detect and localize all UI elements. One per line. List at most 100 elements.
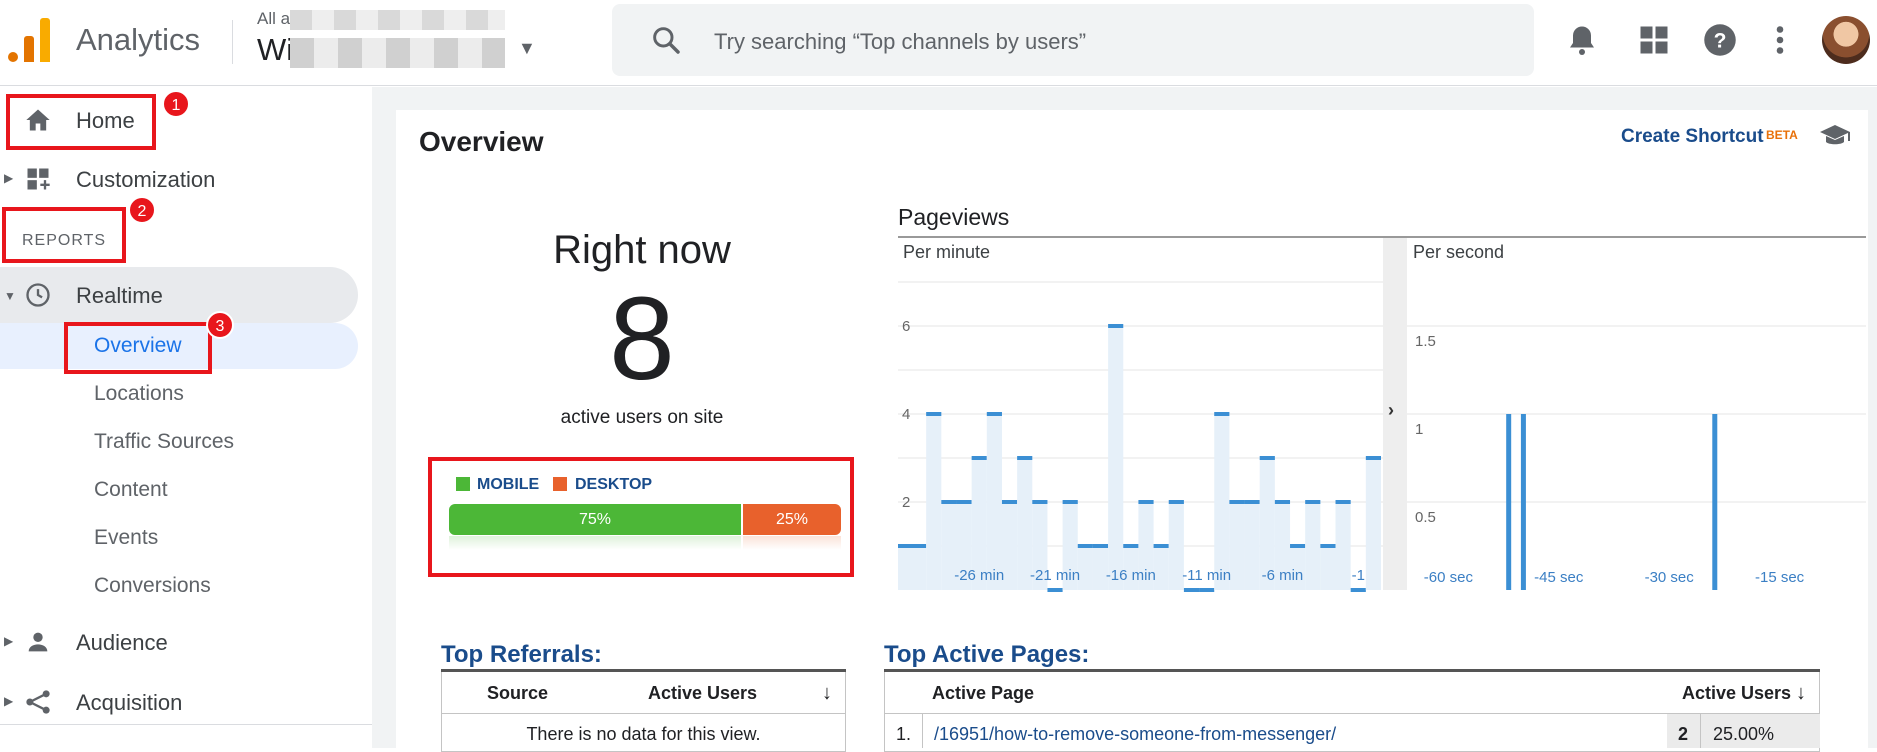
x-tick-label: -45 sec bbox=[1534, 569, 1584, 586]
active-users-label: active users on site bbox=[560, 407, 724, 428]
header-divider bbox=[232, 20, 233, 64]
row-index: 1. bbox=[896, 724, 912, 744]
cell-divider bbox=[922, 714, 923, 748]
beta-badge: BETA bbox=[1766, 128, 1798, 142]
chart-bar bbox=[1320, 546, 1336, 590]
chart-area-fill bbox=[898, 546, 911, 590]
column-header-source[interactable]: Source bbox=[487, 683, 548, 704]
clock-icon bbox=[26, 283, 50, 307]
y-tick-label: 2 bbox=[902, 494, 910, 511]
column-header-active-users[interactable]: Active Users bbox=[648, 683, 757, 704]
x-tick-label: -30 sec bbox=[1645, 569, 1695, 586]
annotation-badge: 1 bbox=[162, 90, 190, 118]
acquisition-icon bbox=[26, 690, 50, 714]
sidebar-item-label: Events bbox=[94, 526, 159, 549]
search-input[interactable]: Try searching “Top channels by users” bbox=[714, 29, 1086, 55]
column-header-active-page[interactable]: Active Page bbox=[932, 683, 1034, 704]
per-minute-chart[interactable]: 2 4 6 -26 min -21 min -16 min -11 min -6 min -1 bbox=[898, 238, 1383, 593]
sidebar-item-traffic-sources[interactable]: Traffic Sources bbox=[0, 419, 358, 465]
sidebar-item-content[interactable]: Content bbox=[0, 467, 358, 513]
dashboard-add-icon bbox=[27, 168, 50, 190]
sidebar-item-realtime[interactable]: ▼ Realtime bbox=[0, 267, 358, 323]
y-tick-label: 1 bbox=[1415, 421, 1423, 438]
annotation-badge: 3 bbox=[206, 311, 234, 339]
x-tick-label: -1 bbox=[1352, 567, 1365, 584]
per-second-chart[interactable]: 0.5 1 1.5 -60 sec -45 sec -30 sec -15 sec bbox=[1407, 238, 1866, 593]
chart-spike bbox=[1506, 414, 1512, 590]
y-tick-label: 1.5 bbox=[1415, 333, 1436, 350]
avatar[interactable] bbox=[1822, 16, 1870, 64]
y-tick-label: 6 bbox=[902, 318, 910, 335]
sidebar-item-label: Acquisition bbox=[76, 690, 183, 715]
x-tick-label: -26 min bbox=[954, 567, 1004, 584]
sidebar-divider bbox=[0, 724, 372, 725]
search-icon[interactable] bbox=[650, 24, 682, 56]
redacted-property-text bbox=[290, 38, 505, 68]
x-tick-label: -11 min bbox=[1182, 567, 1231, 584]
collapse-arrow-icon[interactable]: ▼ bbox=[4, 289, 16, 303]
sidebar-item-events[interactable]: Events bbox=[0, 515, 358, 561]
active-users-count: 8 bbox=[609, 273, 675, 405]
sidebar-item-label: Audience bbox=[76, 630, 168, 655]
y-tick-label: 0.5 bbox=[1415, 509, 1436, 526]
annotation-badge: 2 bbox=[128, 196, 156, 224]
sidebar-item-label: Realtime bbox=[76, 283, 163, 308]
sidebar-item-label: Conversions bbox=[94, 574, 211, 597]
sidebar-item-locations[interactable]: Locations bbox=[0, 371, 358, 417]
sidebar-item-label: Traffic Sources bbox=[94, 430, 235, 453]
page-title: Overview bbox=[419, 126, 544, 157]
annotation-box-device-split bbox=[428, 457, 854, 577]
sort-arrow-icon[interactable]: ↓ bbox=[1796, 682, 1806, 705]
top-referrals-title: Top Referrals: bbox=[441, 641, 602, 668]
right-now-title: Right now bbox=[553, 228, 731, 272]
expand-arrow-icon[interactable]: ▶ bbox=[4, 171, 13, 185]
x-tick-label: -60 sec bbox=[1424, 569, 1474, 586]
sidebar-item-audience[interactable]: ▶ Audience bbox=[0, 614, 358, 670]
referrals-header-divider bbox=[441, 713, 846, 714]
sort-arrow-icon[interactable]: ↓ bbox=[822, 682, 832, 705]
active-users-count: 2 bbox=[1678, 724, 1689, 744]
pageviews-title: Pageviews bbox=[898, 204, 1010, 230]
svg-text:?: ? bbox=[1714, 30, 1727, 53]
active-page-link[interactable]: /16951/how-to-remove-someone-from-messen… bbox=[934, 724, 1336, 745]
apps-grid-icon[interactable] bbox=[1636, 22, 1672, 58]
y-tick-label: 4 bbox=[902, 406, 910, 423]
chart-spike bbox=[1520, 414, 1526, 590]
notifications-icon[interactable] bbox=[1564, 22, 1600, 58]
expand-arrow-icon[interactable]: ▶ bbox=[4, 634, 13, 648]
search-box[interactable]: Try searching “Top channels by users” bbox=[612, 4, 1534, 76]
chart-bar bbox=[926, 414, 942, 590]
annotation-box-home bbox=[6, 94, 156, 150]
chart-bar bbox=[1229, 502, 1245, 590]
top-active-pages-title: Top Active Pages: bbox=[884, 641, 1090, 668]
annotation-box-reports bbox=[2, 207, 126, 263]
chart-bar bbox=[986, 414, 1002, 590]
chart-bar bbox=[1108, 326, 1124, 590]
sidebar-item-acquisition[interactable]: ▶ Acquisition bbox=[0, 674, 358, 730]
x-tick-label: -16 min bbox=[1106, 567, 1156, 584]
create-shortcut-link[interactable]: Create Shortcut bbox=[1621, 126, 1764, 148]
column-header-active-users[interactable]: Active Users bbox=[1682, 683, 1791, 704]
help-icon[interactable]: ? bbox=[1702, 22, 1738, 58]
graduation-cap-icon[interactable] bbox=[1818, 122, 1852, 148]
sidebar-item-conversions[interactable]: Conversions bbox=[0, 563, 358, 609]
chart-spike bbox=[1712, 414, 1718, 590]
chart-bar bbox=[1305, 502, 1321, 590]
analytics-logo[interactable] bbox=[8, 18, 50, 62]
chart-bar bbox=[1214, 414, 1230, 590]
annotation-box-overview bbox=[64, 322, 212, 374]
sidebar-item-customization[interactable]: ▶ Customization bbox=[0, 151, 358, 207]
top-bar: Analytics All ac es and Sol… Wi T ▼ Try … bbox=[0, 0, 1877, 86]
expand-arrow-icon[interactable]: ▶ bbox=[4, 694, 13, 708]
sidebar-item-label: Customization bbox=[76, 167, 216, 192]
sidebar-item-label: Locations bbox=[94, 382, 184, 405]
x-tick-label: -21 min bbox=[1030, 567, 1080, 584]
x-tick-label: -6 min bbox=[1262, 567, 1304, 584]
chart-pane-separator bbox=[1383, 238, 1407, 590]
sidebar: Home ▶ Customization REPORTS ▼ Realtime … bbox=[0, 87, 372, 748]
chart-bar bbox=[1365, 458, 1381, 590]
app-title[interactable]: Analytics bbox=[76, 22, 200, 58]
caret-down-icon[interactable]: ▼ bbox=[518, 38, 536, 59]
more-vert-icon[interactable] bbox=[1762, 22, 1798, 58]
chevron-right-icon[interactable]: › bbox=[1388, 400, 1394, 421]
